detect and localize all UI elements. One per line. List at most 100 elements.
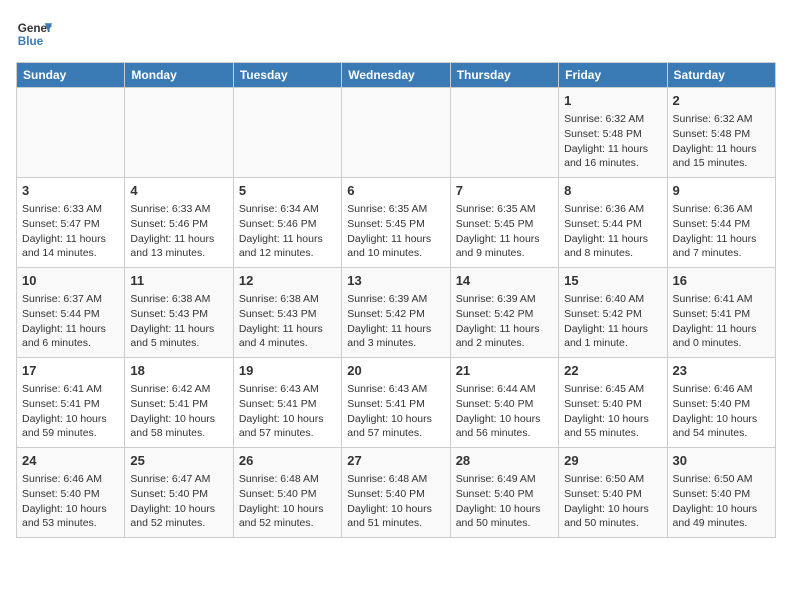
svg-text:Blue: Blue — [18, 35, 44, 48]
calendar-cell: 21 Sunrise: 6:44 AMSunset: 5:40 PMDayligh… — [450, 358, 558, 448]
day-info: Sunrise: 6:33 AMSunset: 5:47 PMDaylight:… — [22, 202, 119, 261]
day-number: 9 — [673, 182, 770, 200]
calendar-cell: 30 Sunrise: 6:50 AMSunset: 5:40 PMDayligh… — [667, 448, 775, 538]
calendar-cell: 2 Sunrise: 6:32 AMSunset: 5:48 PMDaylight… — [667, 88, 775, 178]
day-info: Sunrise: 6:46 AMSunset: 5:40 PMDaylight:… — [22, 472, 119, 531]
calendar-cell: 5Sunrise: 6:34 AMSunset: 5:46 PMDaylight… — [233, 178, 341, 268]
calendar-cell: 11Sunrise: 6:38 AMSunset: 5:43 PMDayligh… — [125, 268, 233, 358]
day-info: Sunrise: 6:48 AMSunset: 5:40 PMDaylight:… — [239, 472, 336, 531]
calendar-cell: 12 Sunrise: 6:38 AMSunset: 5:43 PMDayligh… — [233, 268, 341, 358]
calendar-cell — [342, 88, 450, 178]
header-row: SundayMondayTuesdayWednesdayThursdayFrid… — [17, 63, 776, 88]
day-number: 2 — [673, 92, 770, 110]
day-number: 27 — [347, 452, 444, 470]
calendar-cell: 19Sunrise: 6:43 AMSunset: 5:41 PMDayligh… — [233, 358, 341, 448]
day-info: Sunrise: 6:41 AMSunset: 5:41 PMDaylight:… — [673, 292, 770, 351]
logo-icon: General Blue — [16, 16, 52, 52]
calendar-cell: 16 Sunrise: 6:41 AMSunset: 5:41 PMDayligh… — [667, 268, 775, 358]
calendar-week-3: 10Sunrise: 6:37 AMSunset: 5:44 PMDayligh… — [17, 268, 776, 358]
calendar-cell — [450, 88, 558, 178]
day-number: 1 — [564, 92, 661, 110]
weekday-header-friday: Friday — [559, 63, 667, 88]
calendar-cell: 14 Sunrise: 6:39 AMSunset: 5:42 PMDayligh… — [450, 268, 558, 358]
day-number: 16 — [673, 272, 770, 290]
day-number: 8 — [564, 182, 661, 200]
day-info: Sunrise: 6:48 AMSunset: 5:40 PMDaylight:… — [347, 472, 444, 531]
calendar-week-5: 24 Sunrise: 6:46 AMSunset: 5:40 PMDayligh… — [17, 448, 776, 538]
calendar-cell: 15 Sunrise: 6:40 AMSunset: 5:42 PMDayligh… — [559, 268, 667, 358]
day-number: 15 — [564, 272, 661, 290]
calendar-week-1: 1 Sunrise: 6:32 AMSunset: 5:48 PMDaylight… — [17, 88, 776, 178]
day-number: 7 — [456, 182, 553, 200]
calendar-cell: 6 Sunrise: 6:35 AMSunset: 5:45 PMDaylight… — [342, 178, 450, 268]
calendar-header: SundayMondayTuesdayWednesdayThursdayFrid… — [17, 63, 776, 88]
weekday-header-tuesday: Tuesday — [233, 63, 341, 88]
day-info: Sunrise: 6:35 AMSunset: 5:45 PMDaylight:… — [347, 202, 444, 261]
calendar-cell: 23 Sunrise: 6:46 AMSunset: 5:40 PMDayligh… — [667, 358, 775, 448]
day-number: 23 — [673, 362, 770, 380]
calendar-cell: 28Sunrise: 6:49 AMSunset: 5:40 PMDayligh… — [450, 448, 558, 538]
calendar-cell — [125, 88, 233, 178]
weekday-header-sunday: Sunday — [17, 63, 125, 88]
day-info: Sunrise: 6:36 AMSunset: 5:44 PMDaylight:… — [673, 202, 770, 261]
day-number: 12 — [239, 272, 336, 290]
day-info: Sunrise: 6:32 AMSunset: 5:48 PMDaylight:… — [673, 112, 770, 171]
day-info: Sunrise: 6:50 AMSunset: 5:40 PMDaylight:… — [564, 472, 661, 531]
page-header: General Blue — [16, 16, 776, 52]
day-number: 28 — [456, 452, 553, 470]
calendar-week-4: 17Sunrise: 6:41 AMSunset: 5:41 PMDayligh… — [17, 358, 776, 448]
calendar-table: SundayMondayTuesdayWednesdayThursdayFrid… — [16, 62, 776, 538]
day-info: Sunrise: 6:40 AMSunset: 5:42 PMDaylight:… — [564, 292, 661, 351]
weekday-header-thursday: Thursday — [450, 63, 558, 88]
day-info: Sunrise: 6:46 AMSunset: 5:40 PMDaylight:… — [673, 382, 770, 441]
calendar-cell: 13Sunrise: 6:39 AMSunset: 5:42 PMDayligh… — [342, 268, 450, 358]
day-number: 18 — [130, 362, 227, 380]
day-number: 14 — [456, 272, 553, 290]
calendar-cell: 18 Sunrise: 6:42 AMSunset: 5:41 PMDayligh… — [125, 358, 233, 448]
day-info: Sunrise: 6:32 AMSunset: 5:48 PMDaylight:… — [564, 112, 661, 171]
calendar-cell: 22 Sunrise: 6:45 AMSunset: 5:40 PMDayligh… — [559, 358, 667, 448]
calendar-cell: 9 Sunrise: 6:36 AMSunset: 5:44 PMDaylight… — [667, 178, 775, 268]
day-info: Sunrise: 6:44 AMSunset: 5:40 PMDaylight:… — [456, 382, 553, 441]
day-info: Sunrise: 6:39 AMSunset: 5:42 PMDaylight:… — [456, 292, 553, 351]
day-number: 10 — [22, 272, 119, 290]
day-number: 3 — [22, 182, 119, 200]
calendar-cell — [17, 88, 125, 178]
day-number: 24 — [22, 452, 119, 470]
calendar-cell: 3 Sunrise: 6:33 AMSunset: 5:47 PMDaylight… — [17, 178, 125, 268]
day-info: Sunrise: 6:50 AMSunset: 5:40 PMDaylight:… — [673, 472, 770, 531]
calendar-cell: 10Sunrise: 6:37 AMSunset: 5:44 PMDayligh… — [17, 268, 125, 358]
day-number: 25 — [130, 452, 227, 470]
day-number: 19 — [239, 362, 336, 380]
calendar-cell: 20Sunrise: 6:43 AMSunset: 5:41 PMDayligh… — [342, 358, 450, 448]
calendar-cell: 8 Sunrise: 6:36 AMSunset: 5:44 PMDaylight… — [559, 178, 667, 268]
calendar-cell: 7Sunrise: 6:35 AMSunset: 5:45 PMDaylight… — [450, 178, 558, 268]
day-number: 6 — [347, 182, 444, 200]
day-number: 13 — [347, 272, 444, 290]
calendar-cell: 25 Sunrise: 6:47 AMSunset: 5:40 PMDayligh… — [125, 448, 233, 538]
day-info: Sunrise: 6:47 AMSunset: 5:40 PMDaylight:… — [130, 472, 227, 531]
day-number: 22 — [564, 362, 661, 380]
logo: General Blue — [16, 16, 52, 52]
calendar-cell: 17Sunrise: 6:41 AMSunset: 5:41 PMDayligh… — [17, 358, 125, 448]
weekday-header-saturday: Saturday — [667, 63, 775, 88]
day-info: Sunrise: 6:43 AMSunset: 5:41 PMDaylight:… — [347, 382, 444, 441]
day-number: 30 — [673, 452, 770, 470]
day-info: Sunrise: 6:34 AMSunset: 5:46 PMDaylight:… — [239, 202, 336, 261]
calendar-cell: 26 Sunrise: 6:48 AMSunset: 5:40 PMDayligh… — [233, 448, 341, 538]
day-info: Sunrise: 6:33 AMSunset: 5:46 PMDaylight:… — [130, 202, 227, 261]
day-number: 21 — [456, 362, 553, 380]
day-info: Sunrise: 6:36 AMSunset: 5:44 PMDaylight:… — [564, 202, 661, 261]
day-info: Sunrise: 6:45 AMSunset: 5:40 PMDaylight:… — [564, 382, 661, 441]
day-info: Sunrise: 6:42 AMSunset: 5:41 PMDaylight:… — [130, 382, 227, 441]
calendar-cell: 24 Sunrise: 6:46 AMSunset: 5:40 PMDayligh… — [17, 448, 125, 538]
calendar-week-2: 3 Sunrise: 6:33 AMSunset: 5:47 PMDaylight… — [17, 178, 776, 268]
day-number: 26 — [239, 452, 336, 470]
calendar-cell: 4 Sunrise: 6:33 AMSunset: 5:46 PMDaylight… — [125, 178, 233, 268]
day-number: 29 — [564, 452, 661, 470]
day-number: 4 — [130, 182, 227, 200]
day-info: Sunrise: 6:38 AMSunset: 5:43 PMDaylight:… — [239, 292, 336, 351]
day-info: Sunrise: 6:41 AMSunset: 5:41 PMDaylight:… — [22, 382, 119, 441]
calendar-cell: 29 Sunrise: 6:50 AMSunset: 5:40 PMDayligh… — [559, 448, 667, 538]
day-info: Sunrise: 6:38 AMSunset: 5:43 PMDaylight:… — [130, 292, 227, 351]
